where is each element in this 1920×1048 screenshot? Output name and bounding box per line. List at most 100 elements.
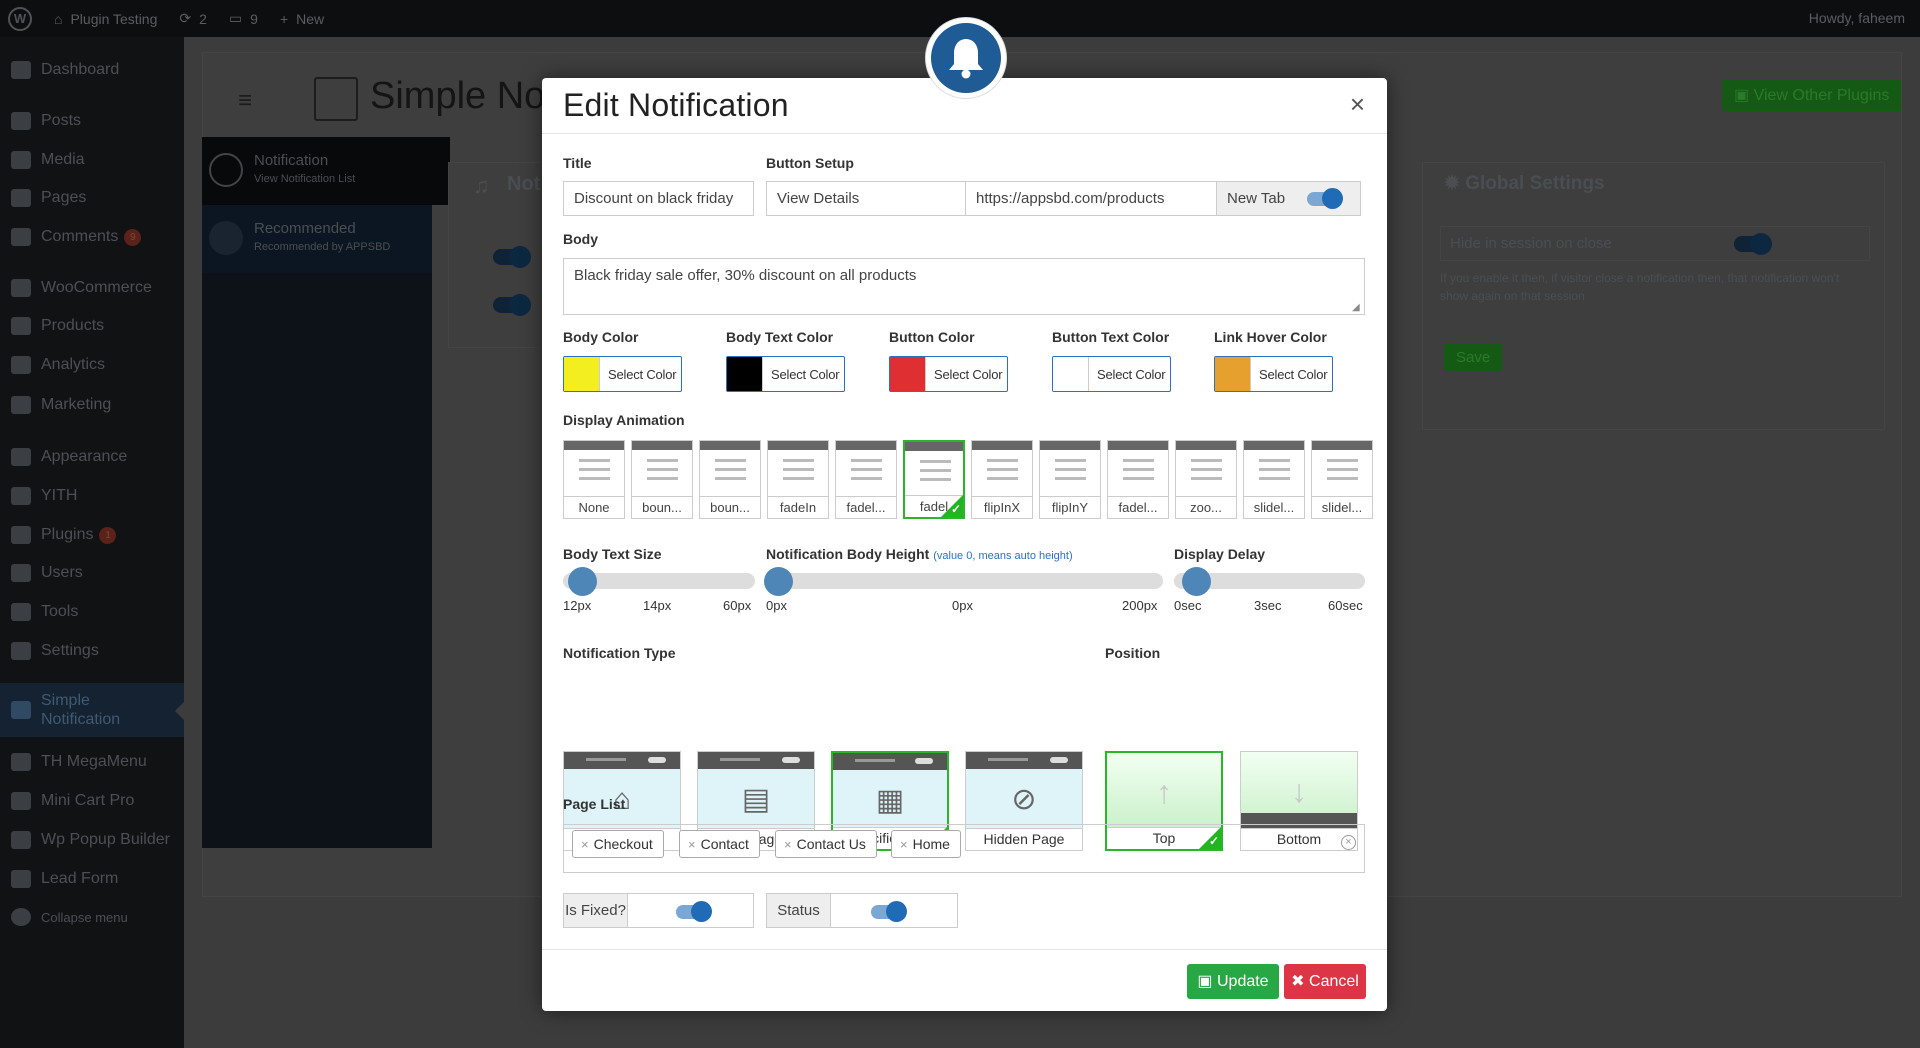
check-icon: ✓ [950,502,961,516]
button-text-input[interactable]: View Details [766,181,966,216]
resize-handle-icon[interactable]: ◢ [1352,302,1360,313]
animation-preview-icon [579,459,610,486]
color-swatch [890,357,926,391]
sidebar-item-simple-notification[interactable]: Simple Notification [0,683,184,737]
new-tab-toggle[interactable] [1307,188,1343,209]
page-tag-home[interactable]: × Home [891,830,961,858]
button-color-picker[interactable]: Select Color [889,356,1008,392]
sidebar-item-label: Products [41,317,105,334]
hamburger-icon[interactable]: ≡ [238,87,252,115]
animation-option[interactable]: fadel... [1107,440,1169,519]
sidebar-item-media[interactable]: Media [0,145,184,175]
animation-option[interactable]: slidel... [1243,440,1305,519]
hide-session-toggle[interactable] [1734,233,1772,255]
collapse-icon [11,908,31,926]
page-tag-contact[interactable]: × Contact [679,830,760,858]
update-button[interactable]: ▣ Update [1187,964,1279,999]
new-content-link[interactable]: + New [280,11,324,27]
remove-icon[interactable]: × [581,837,589,852]
sidebar-item-products[interactable]: Products [0,311,184,341]
link-hover-color-picker[interactable]: Select Color [1214,356,1333,392]
body-label: Body [563,231,598,247]
close-icon[interactable]: × [1350,90,1365,118]
animation-option[interactable]: boun... [699,440,761,519]
animation-option-label: fadeIn [768,496,828,518]
updates-link[interactable]: ⟳ 2 [179,10,207,27]
remove-icon[interactable]: × [784,837,792,852]
sidebar-item-woocommerce[interactable]: WooCommerce [0,273,184,303]
is-fixed-toggle[interactable] [676,901,712,922]
bell-icon [209,153,243,187]
sidebar-item-analytics[interactable]: Analytics [0,350,184,380]
sidebar-item-plugins[interactable]: Plugins 1 [0,520,184,550]
save-button[interactable]: Save [1444,343,1503,372]
list-toggle-2[interactable] [493,294,531,316]
sidebar-item-dashboard[interactable]: Dashboard [0,55,184,85]
nav-item-recommended[interactable]: Recommended Recommended by APPSBD [202,205,432,273]
cancel-button[interactable]: ✖ Cancel [1284,964,1366,999]
animation-option[interactable]: slidel... [1311,440,1373,519]
global-settings-title: ✹ Global Settings [1444,172,1605,195]
status-toggle[interactable] [871,901,907,922]
collapse-menu[interactable]: Collapse menu [0,902,184,932]
settings-icon [11,642,31,660]
sidebar-item-appearance[interactable]: Appearance [0,442,184,472]
sidebar-item-pages[interactable]: Pages [0,183,184,213]
sidebar-item-posts[interactable]: Posts [0,106,184,136]
nav-item-notification[interactable]: Notification View Notification List [202,137,450,205]
body-text-size-min: 12px [563,598,592,613]
sidebar-item-settings[interactable]: Settings [0,636,184,666]
sidebar-item-mini-cart-pro[interactable]: Mini Cart Pro [0,786,184,816]
media-icon [11,151,31,169]
view-other-plugins-label: View Other Plugins [1753,87,1890,104]
page-tag-contact-us[interactable]: × Contact Us [775,830,877,858]
woocommerce-icon [11,279,31,297]
body-text-color-picker[interactable]: Select Color [726,356,845,392]
body-height-label-text: Notification Body Height [766,546,930,562]
sidebar-item-users[interactable]: Users [0,558,184,588]
body-text-size-handle[interactable] [568,567,597,596]
title-label: Title [563,155,592,171]
display-delay-handle[interactable] [1182,567,1211,596]
animation-preview-icon [647,459,678,486]
sidebar-item-tools[interactable]: Tools [0,597,184,627]
remove-icon[interactable]: × [900,837,908,852]
site-name-link[interactable]: ⌂ Plugin Testing [54,11,157,27]
title-input[interactable]: Discount on black friday [563,181,754,216]
howdy-user[interactable]: Howdy, faheem [1809,10,1905,26]
remove-icon[interactable]: × [688,837,696,852]
sidebar-item-comments[interactable]: Comments 9 [0,222,184,252]
toggle-knob [691,901,712,922]
page-tag-checkout[interactable]: × Checkout [572,830,664,858]
animation-option[interactable]: zoo... [1175,440,1237,519]
comments-link[interactable]: ▭ 9 [229,10,258,27]
sidebar-item-th-megamenu[interactable]: TH MegaMenu [0,747,184,777]
wordpress-logo-icon[interactable]: W [8,6,32,31]
animation-option[interactable]: fadel ✓ [903,440,965,519]
view-other-plugins-button[interactable]: ▣ View Other Plugins [1722,79,1902,111]
body-color-picker[interactable]: Select Color [563,356,682,392]
sidebar-item-label: Media [41,151,85,168]
animation-option[interactable]: None [563,440,625,519]
animation-option[interactable]: flipInX [971,440,1033,519]
list-toggle-1[interactable] [493,246,531,268]
body-textarea[interactable]: Black friday sale offer, 30% discount on… [563,258,1365,315]
body-height-handle[interactable] [764,567,793,596]
button-url-input[interactable]: https://appsbd.com/products [965,181,1217,216]
clear-all-icon[interactable]: × [1341,835,1356,850]
animation-preview-icon [715,459,746,486]
animation-option[interactable]: fadel... [835,440,897,519]
sidebar-item-lead-form[interactable]: Lead Form [0,864,184,894]
arrow-up-icon: ↑ [1107,753,1221,831]
animation-option-label: boun... [700,496,760,518]
animation-option[interactable]: boun... [631,440,693,519]
sidebar-item-wp-popup-builder[interactable]: Wp Popup Builder [0,825,184,855]
select-color-label: Select Color [771,366,840,382]
button-text-color-picker[interactable]: Select Color [1052,356,1171,392]
sidebar-item-marketing[interactable]: Marketing [0,390,184,420]
sidebar-item-yith[interactable]: YITH [0,481,184,511]
animation-option[interactable]: fadeIn [767,440,829,519]
body-height-slider[interactable] [766,573,1163,589]
page-icon [11,189,31,207]
animation-option[interactable]: flipInY [1039,440,1101,519]
